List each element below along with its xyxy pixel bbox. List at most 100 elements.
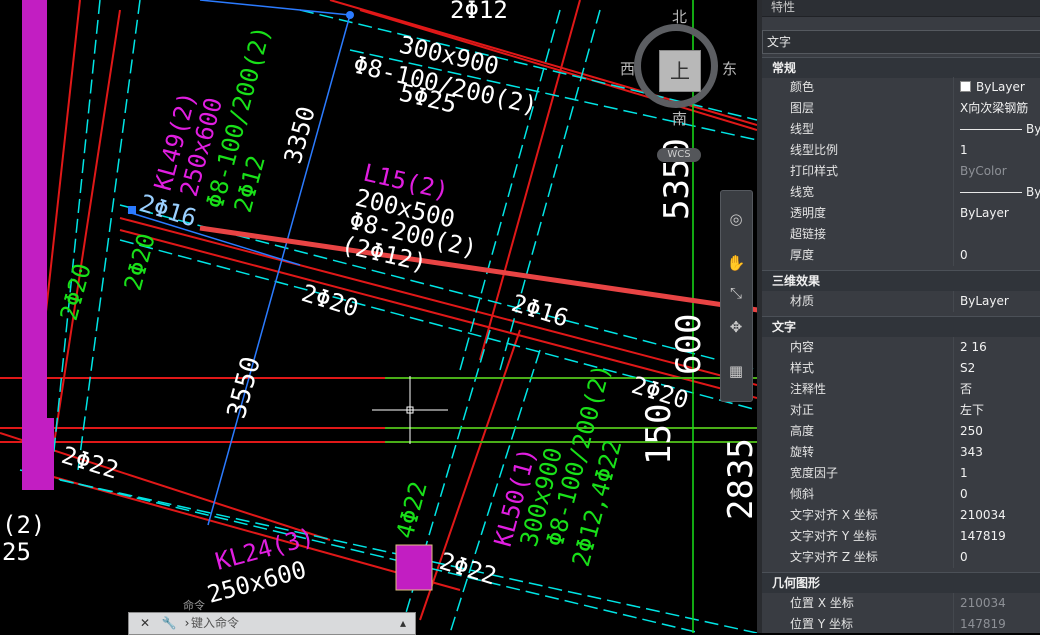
geometry-row-value[interactable]: 210034 bbox=[960, 593, 1040, 614]
column-divider bbox=[953, 203, 954, 224]
column-divider bbox=[953, 547, 954, 568]
general-row[interactable]: 超链接 bbox=[762, 224, 1040, 245]
column-divider bbox=[953, 161, 954, 182]
text-row[interactable]: 宽度因子 1 bbox=[762, 463, 1040, 484]
general-row[interactable]: 线型比例 1 bbox=[762, 140, 1040, 161]
general-row-value[interactable]: 1 bbox=[960, 140, 1040, 161]
navigation-bar[interactable]: ◎ ✋ ⤡ ✥ ▦ bbox=[720, 190, 753, 402]
wrench-icon[interactable]: 🔧 bbox=[161, 615, 177, 631]
text-row-value[interactable]: 1 bbox=[960, 463, 1040, 484]
column-divider bbox=[953, 98, 954, 119]
text-row[interactable]: 内容 2 16 bbox=[762, 337, 1040, 358]
general-row[interactable]: 线宽 By bbox=[762, 182, 1040, 203]
column-divider bbox=[953, 526, 954, 547]
general-row-value[interactable]: ByColor bbox=[960, 161, 1040, 182]
general-row[interactable]: 颜色 ByLayer bbox=[762, 77, 1040, 98]
command-input[interactable]: 键入命令 bbox=[191, 614, 239, 632]
general-row-value-text: ByLayer bbox=[976, 80, 1025, 94]
text-row-value-text: 0 bbox=[960, 487, 968, 501]
showmotion-icon[interactable]: ▦ bbox=[726, 361, 746, 381]
general-row[interactable]: 图层 X向次梁钢筋 bbox=[762, 98, 1040, 119]
general-row-value-text: ByLayer bbox=[960, 206, 1009, 220]
pan-hand-icon[interactable]: ✋ bbox=[726, 253, 746, 273]
section-text[interactable]: 文字 bbox=[762, 316, 1040, 337]
zoom-extents-icon[interactable]: ⤡ bbox=[726, 283, 746, 303]
text-row[interactable]: 对正 左下 bbox=[762, 400, 1040, 421]
text-row[interactable]: 高度 250 bbox=[762, 421, 1040, 442]
viewcube-south[interactable]: 南 bbox=[672, 108, 687, 129]
wcs-menu[interactable]: WCS bbox=[657, 148, 701, 162]
general-row-value[interactable]: ByLayer bbox=[960, 203, 1040, 224]
text-row-value[interactable]: S2 bbox=[960, 358, 1040, 379]
section-geometry[interactable]: 几何图形 bbox=[762, 572, 1040, 593]
steering-wheel-icon[interactable]: ◎ bbox=[726, 209, 746, 229]
text-row-value[interactable]: 250 bbox=[960, 421, 1040, 442]
text-row-value[interactable]: 2 16 bbox=[960, 337, 1040, 358]
text-row-value[interactable]: 否 bbox=[960, 379, 1040, 400]
label-t33: 2835 bbox=[721, 438, 757, 520]
general-row[interactable]: 透明度 ByLayer bbox=[762, 203, 1040, 224]
text-row-key: 文字对齐 Z 坐标 bbox=[790, 550, 878, 564]
text-row[interactable]: 倾斜 0 bbox=[762, 484, 1040, 505]
column-divider bbox=[953, 182, 954, 203]
threed-row-value[interactable]: ByLayer bbox=[960, 291, 1040, 312]
geometry-row-value[interactable]: 147819 bbox=[960, 614, 1040, 633]
column-divider bbox=[953, 224, 954, 245]
general-row-value-text: By bbox=[1026, 122, 1040, 136]
linetype-preview-icon bbox=[960, 192, 1022, 193]
text-row[interactable]: 文字对齐 X 坐标 210034 bbox=[762, 505, 1040, 526]
text-row-value[interactable]: 343 bbox=[960, 442, 1040, 463]
text-row-value[interactable]: 0 bbox=[960, 547, 1040, 568]
general-row[interactable]: 线型 By bbox=[762, 119, 1040, 140]
viewcube-north[interactable]: 北 bbox=[672, 6, 687, 27]
grip-marker[interactable] bbox=[128, 206, 136, 214]
text-row-value[interactable]: 0 bbox=[960, 484, 1040, 505]
geometry-row[interactable]: 位置 X 坐标 210034 bbox=[762, 593, 1040, 614]
column-divider bbox=[953, 463, 954, 484]
command-label: 命令 bbox=[183, 599, 205, 612]
section-general[interactable]: 常规 bbox=[762, 57, 1040, 78]
text-row[interactable]: 文字对齐 Y 坐标 147819 bbox=[762, 526, 1040, 547]
text-row-value[interactable]: 左下 bbox=[960, 400, 1040, 421]
text-row[interactable]: 注释性 否 bbox=[762, 379, 1040, 400]
label-t15: 2Φ20 bbox=[55, 260, 97, 323]
general-row-value[interactable]: X向次梁钢筋 bbox=[960, 98, 1040, 119]
text-row-key: 宽度因子 bbox=[790, 466, 839, 480]
general-row-value[interactable]: By bbox=[960, 119, 1040, 140]
color-swatch-icon bbox=[960, 81, 971, 92]
column-divider bbox=[953, 484, 954, 505]
label-t20: 3550 bbox=[222, 354, 267, 422]
label-t30: 2Φ22 bbox=[436, 547, 499, 591]
column-divider bbox=[953, 379, 954, 400]
column-divider bbox=[953, 291, 954, 312]
text-row-key: 文字对齐 Y 坐标 bbox=[790, 529, 877, 543]
general-row-key: 线型比例 bbox=[790, 143, 839, 157]
viewcube-east[interactable]: 东 bbox=[722, 58, 737, 79]
command-line[interactable]: ✕ 🔧 › 键入命令 ▴ bbox=[128, 612, 416, 635]
close-icon[interactable]: ✕ bbox=[137, 615, 153, 631]
column-divider bbox=[953, 337, 954, 358]
viewcube[interactable]: 北 南 西 东 上 bbox=[620, 8, 737, 128]
label-t21: 600 bbox=[669, 314, 709, 375]
text-row-value[interactable]: 147819 bbox=[960, 526, 1040, 547]
selection-dropdown[interactable]: 文字 bbox=[762, 30, 1040, 54]
section-3d[interactable]: 三维效果 bbox=[762, 270, 1040, 291]
text-row[interactable]: 旋转 343 bbox=[762, 442, 1040, 463]
geometry-row-value-text: 147819 bbox=[960, 617, 1006, 631]
viewcube-top-face[interactable]: 上 bbox=[659, 50, 701, 92]
general-row-value[interactable]: ByLayer bbox=[960, 77, 1040, 98]
text-row-key: 内容 bbox=[790, 340, 815, 354]
general-row-value[interactable]: 0 bbox=[960, 245, 1040, 266]
geometry-row[interactable]: 位置 Y 坐标 147819 bbox=[762, 614, 1040, 633]
threed-row[interactable]: 材质 ByLayer bbox=[762, 291, 1040, 312]
viewcube-west[interactable]: 西 bbox=[620, 58, 635, 79]
general-row[interactable]: 打印样式 ByColor bbox=[762, 161, 1040, 182]
text-row[interactable]: 样式 S2 bbox=[762, 358, 1040, 379]
properties-panel: 特性 文字 常规 颜色 ByLayer 图层 X向次梁钢筋 线型 By 线型比例 1 打印样式 B… bbox=[757, 0, 1040, 633]
chevron-up-icon[interactable]: ▴ bbox=[395, 615, 411, 631]
text-row[interactable]: 文字对齐 Z 坐标 0 bbox=[762, 547, 1040, 568]
orbit-icon[interactable]: ✥ bbox=[726, 317, 746, 337]
general-row-value[interactable]: By bbox=[960, 182, 1040, 203]
general-row[interactable]: 厚度 0 bbox=[762, 245, 1040, 266]
text-row-value[interactable]: 210034 bbox=[960, 505, 1040, 526]
